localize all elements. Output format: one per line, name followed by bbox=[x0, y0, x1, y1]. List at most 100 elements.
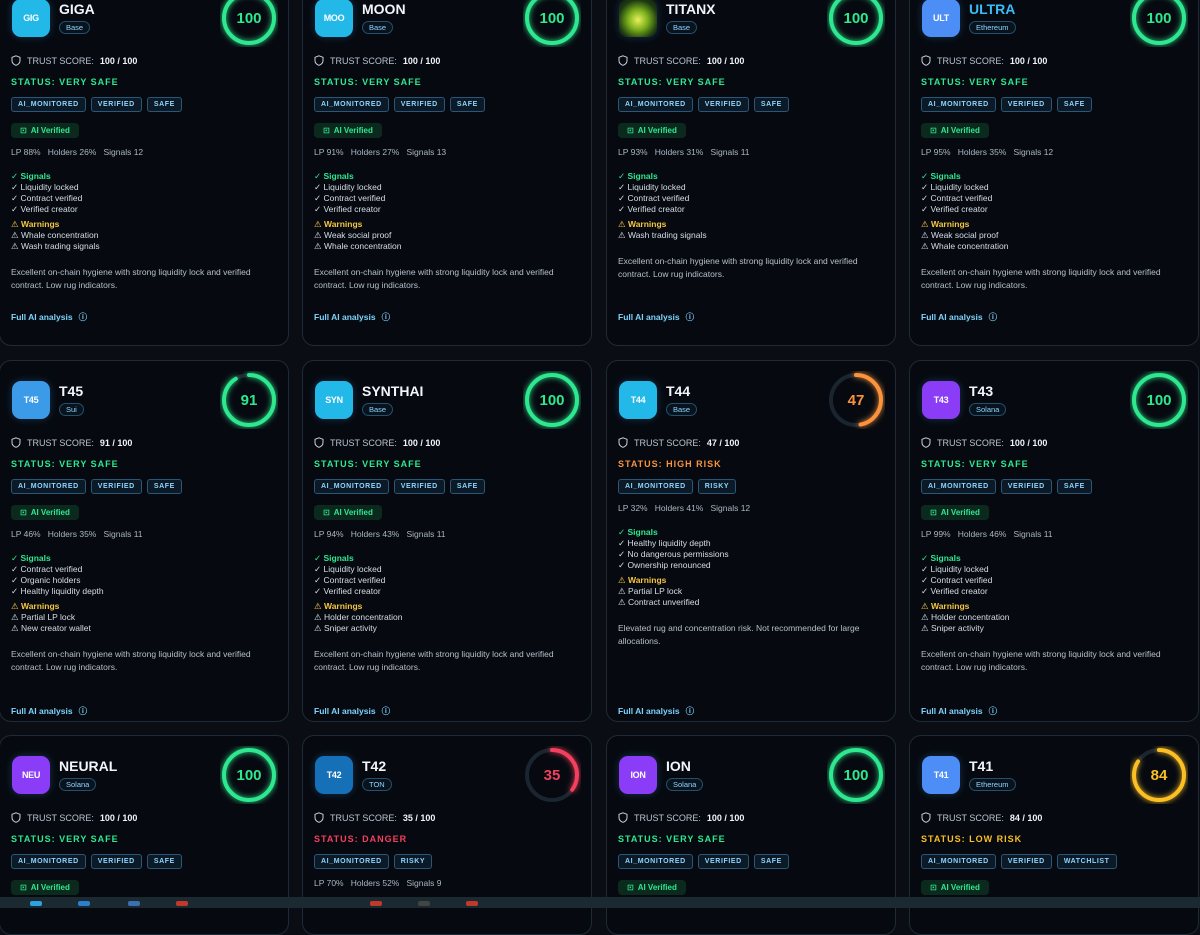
card-content: MOO MOON Base 100 TRUST SCORE: 100 / 100 STATU… bbox=[303, 0, 591, 345]
token-name: SYNTHAI bbox=[362, 383, 424, 399]
tag-badge: AI_MONITORED bbox=[921, 854, 996, 869]
shield-icon bbox=[618, 437, 628, 448]
warning-item: ⚠ Partial LP lock bbox=[11, 612, 76, 622]
trust-score-value: 35 bbox=[543, 766, 561, 784]
shield-icon bbox=[921, 437, 931, 448]
ai-summary: Excellent on-chain hygiene with strong l… bbox=[618, 256, 858, 279]
tag-badge: VERIFIED bbox=[1000, 97, 1052, 112]
token-logo-icon: T41 bbox=[922, 756, 960, 794]
trust-score-value: 100 bbox=[843, 9, 869, 27]
full-analysis-link[interactable]: Full AI analysis ⓘ bbox=[618, 311, 694, 323]
token-name: MOON bbox=[362, 1, 406, 17]
full-analysis-link[interactable]: Full AI analysis ⓘ bbox=[921, 705, 997, 717]
trust-score-label: TRUST SCORE: bbox=[330, 437, 397, 448]
status-label: STATUS: VERY SAFE bbox=[618, 834, 726, 844]
ai-verified-label: AI Verified bbox=[940, 508, 980, 517]
signal-item: ✓ Liquidity locked bbox=[314, 182, 382, 192]
token-stats: LP 46% Holders 35% Signals 11 bbox=[11, 529, 143, 539]
signals-label: Signals bbox=[627, 171, 658, 181]
warnings-heading: ⚠ Warnings bbox=[921, 601, 1188, 612]
full-analysis-label: Full AI analysis bbox=[11, 706, 73, 716]
signals-heading: ✓ Signals bbox=[314, 553, 581, 564]
warning-item: ⚠ Sniper activity bbox=[314, 623, 377, 633]
signals-heading: ✓ Signals bbox=[921, 553, 1188, 564]
trust-score-line: TRUST SCORE: 84 / 100 bbox=[921, 812, 1042, 823]
signal-item: ✓ Verified creator bbox=[314, 586, 381, 596]
full-analysis-link[interactable]: Full AI analysis ⓘ bbox=[314, 311, 390, 323]
trust-score-label: TRUST SCORE: bbox=[27, 812, 94, 823]
warnings-label: Warnings bbox=[627, 219, 667, 229]
trust-score-line: TRUST SCORE: 47 / 100 bbox=[618, 437, 739, 448]
signal-item: ✓ Contract verified bbox=[921, 193, 993, 203]
warnings-heading: ⚠ Warnings bbox=[11, 219, 278, 230]
taskbar-app-icon[interactable] bbox=[78, 901, 90, 906]
signals-label: Signals bbox=[930, 171, 961, 181]
ai-summary: Excellent on-chain hygiene with strong l… bbox=[11, 649, 251, 672]
tag-badge: WATCHLIST bbox=[1056, 854, 1117, 869]
warning-icon: ⚠ bbox=[11, 601, 21, 611]
trust-score-text: 100 / 100 bbox=[1009, 437, 1048, 448]
ai-verified-badge: ⊡ AI Verified bbox=[11, 505, 79, 520]
taskbar-app-icon[interactable] bbox=[128, 901, 140, 906]
info-icon: ⓘ bbox=[988, 312, 998, 322]
tag-badge: SAFE bbox=[449, 479, 485, 494]
card-content: T45 T45 Sui 91 TRUST SCORE: 91 / 100 STATUS: V… bbox=[0, 373, 288, 721]
token-logo-icon: SYN bbox=[315, 381, 353, 419]
tag-list: AI_MONITORED VERIFIED SAFE bbox=[618, 97, 789, 112]
trust-score-text: 91 / 100 bbox=[99, 437, 133, 448]
token-card: T43 T43 Solana 100 TRUST SCORE: 100 / 100 STAT… bbox=[909, 360, 1199, 722]
taskbar-app-icon[interactable] bbox=[466, 901, 478, 906]
token-card: ULT ULTRA Ethereum 100 TRUST SCORE: 100 / 100… bbox=[909, 0, 1199, 346]
warnings-label: Warnings bbox=[930, 219, 970, 229]
warning-item: ⚠ Whale concentration bbox=[314, 241, 402, 251]
taskbar-app-icon[interactable] bbox=[370, 901, 382, 906]
token-logo-icon: T43 bbox=[922, 381, 960, 419]
full-analysis-link[interactable]: Full AI analysis ⓘ bbox=[11, 705, 87, 717]
warnings-heading: ⚠ Warnings bbox=[618, 575, 885, 586]
full-analysis-link[interactable]: Full AI analysis ⓘ bbox=[11, 311, 87, 323]
taskbar-app-icon[interactable] bbox=[418, 901, 430, 906]
tag-badge: VERIFIED bbox=[1000, 854, 1052, 869]
tag-badge: AI_MONITORED bbox=[11, 479, 86, 494]
trust-score-value: 100 bbox=[843, 766, 869, 784]
warnings-label: Warnings bbox=[627, 575, 667, 585]
tag-badge: AI_MONITORED bbox=[314, 479, 389, 494]
warning-icon: ⚠ bbox=[618, 219, 628, 229]
signal-item: ✓ Ownership renounced bbox=[618, 560, 711, 570]
signal-item: ✓ Contract verified bbox=[618, 193, 690, 203]
trust-score-text: 35 / 100 bbox=[402, 812, 436, 823]
token-name: T44 bbox=[666, 383, 691, 399]
trust-score-label: TRUST SCORE: bbox=[937, 437, 1004, 448]
warning-icon: ⚠ bbox=[314, 219, 324, 229]
signals-label: Signals bbox=[20, 553, 51, 563]
full-analysis-link[interactable]: Full AI analysis ⓘ bbox=[921, 311, 997, 323]
tag-badge: AI_MONITORED bbox=[618, 479, 693, 494]
analysis-body: ✓ Signals ✓ Liquidity locked ✓ Contract ve… bbox=[921, 171, 1188, 292]
shield-icon bbox=[314, 437, 324, 448]
full-analysis-label: Full AI analysis bbox=[618, 312, 680, 322]
token-name: T41 bbox=[969, 758, 994, 774]
status-label: STATUS: VERY SAFE bbox=[314, 77, 422, 87]
token-name: ION bbox=[666, 758, 691, 774]
analysis-body: ✓ Signals ✓ Liquidity locked ✓ Contract ve… bbox=[921, 553, 1188, 674]
warning-item: ⚠ Weak social proof bbox=[921, 230, 999, 240]
trust-score-line: TRUST SCORE: 35 / 100 bbox=[314, 812, 435, 823]
signal-item: ✓ Contract verified bbox=[11, 193, 83, 203]
token-card: SYN SYNTHAI Base 100 TRUST SCORE: 100 / 100 ST… bbox=[302, 360, 592, 722]
trust-score-text: 100 / 100 bbox=[402, 55, 441, 66]
full-analysis-link[interactable]: Full AI analysis ⓘ bbox=[314, 705, 390, 717]
signals-heading: ✓ Signals bbox=[921, 171, 1188, 182]
ai-summary: Excellent on-chain hygiene with strong l… bbox=[921, 267, 1161, 290]
full-analysis-link[interactable]: Full AI analysis ⓘ bbox=[618, 705, 694, 717]
token-stats: LP 88% Holders 26% Signals 12 bbox=[11, 147, 144, 157]
warnings-heading: ⚠ Warnings bbox=[11, 601, 278, 612]
taskbar-app-icon[interactable] bbox=[30, 901, 42, 906]
taskbar-app-icon[interactable] bbox=[176, 901, 188, 906]
tag-list: AI_MONITORED VERIFIED SAFE bbox=[314, 97, 485, 112]
signal-item: ✓ No dangerous permissions bbox=[618, 549, 729, 559]
signal-item: ✓ Liquidity locked bbox=[11, 182, 79, 192]
info-icon: ⓘ bbox=[381, 312, 391, 322]
trust-score-line: TRUST SCORE: 100 / 100 bbox=[314, 437, 440, 448]
token-logo-icon bbox=[619, 0, 657, 37]
warnings-label: Warnings bbox=[323, 219, 363, 229]
